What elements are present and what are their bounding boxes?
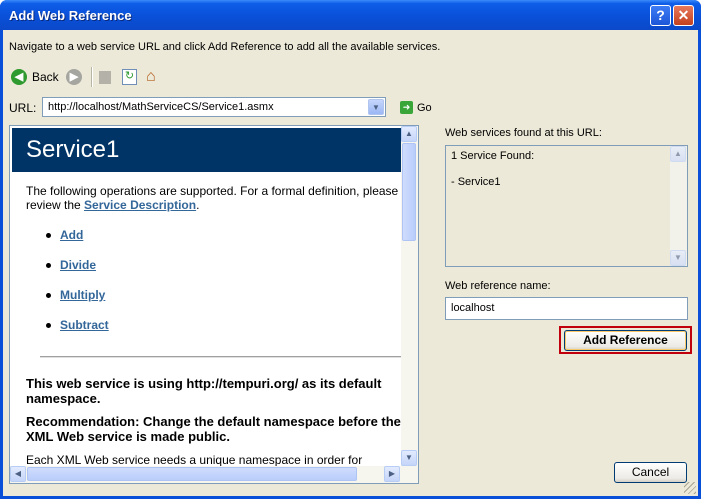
dialog-body: Navigate to a web service URL and click … xyxy=(3,30,698,496)
scroll-thumb[interactable] xyxy=(402,143,416,241)
vertical-scrollbar[interactable]: ▲ ▼ xyxy=(401,126,418,466)
operation-link-multiply[interactable]: Multiply xyxy=(60,288,105,302)
bullet-icon xyxy=(46,263,51,269)
scroll-up-icon[interactable]: ▲ xyxy=(670,146,686,162)
forward-button[interactable]: ▶ xyxy=(66,66,82,88)
add-web-reference-window: Add Web Reference ? ✕ Navigate to a web … xyxy=(0,0,701,499)
operation-item: Add xyxy=(46,228,83,242)
home-button[interactable]: ⌂ xyxy=(146,66,156,88)
reference-name-value: localhost xyxy=(451,302,495,314)
scroll-down-icon[interactable]: ▼ xyxy=(401,450,417,466)
url-value: http://localhost/MathServiceCS/Service1.… xyxy=(48,101,274,113)
operation-link-divide[interactable]: Divide xyxy=(60,258,96,272)
recommendation-notice: Recommendation: Change the default names… xyxy=(26,414,401,444)
scroll-left-icon[interactable]: ◀ xyxy=(10,466,26,482)
found-scrollbar[interactable]: ▲ ▼ xyxy=(670,146,687,266)
intro-period: . xyxy=(196,198,200,212)
found-services-box: 1 Service Found: - Service1 ▲ ▼ xyxy=(445,145,688,267)
toolbar-separator xyxy=(91,67,93,87)
refresh-button[interactable]: ↻ xyxy=(122,66,137,88)
scroll-up-icon[interactable]: ▲ xyxy=(401,126,417,142)
close-button[interactable]: ✕ xyxy=(673,5,694,26)
namespace-notice: This web service is using http://tempuri… xyxy=(26,376,382,406)
url-label: URL: xyxy=(9,101,37,115)
found-count: 1 Service Found: xyxy=(451,150,535,162)
chevron-down-icon[interactable]: ▼ xyxy=(368,99,384,115)
title-bar: Add Web Reference ? ✕ xyxy=(0,0,701,30)
stop-button[interactable] xyxy=(99,66,111,88)
bullet-icon xyxy=(46,233,51,239)
service-header: Service1 xyxy=(12,128,415,172)
scroll-thumb[interactable] xyxy=(27,467,357,481)
found-label: Web services found at this URL: xyxy=(445,127,602,139)
operation-link-add[interactable]: Add xyxy=(60,228,83,242)
intro-text: The following operations are supported. … xyxy=(26,184,399,212)
bullet-icon xyxy=(46,293,51,299)
namespace-explanation: Each XML Web service needs a unique name… xyxy=(26,453,363,467)
service-title: Service1 xyxy=(26,136,120,163)
divider xyxy=(40,356,406,358)
home-icon: ⌂ xyxy=(146,68,156,85)
window-title: Add Web Reference xyxy=(9,8,132,23)
instructions-text: Navigate to a web service URL and click … xyxy=(9,41,441,53)
horizontal-scrollbar[interactable]: ◀ ▶ xyxy=(10,466,418,483)
cancel-button[interactable]: Cancel xyxy=(614,462,687,483)
back-arrow-icon: ◀ xyxy=(11,69,27,85)
refresh-icon: ↻ xyxy=(122,69,137,85)
operation-item: Subtract xyxy=(46,318,109,332)
help-button[interactable]: ? xyxy=(650,5,671,26)
go-arrow-icon: ➜ xyxy=(400,101,413,114)
add-reference-button[interactable]: Add Reference xyxy=(564,330,687,351)
service-description-text: The following operations are supported. … xyxy=(26,184,406,212)
service-description-link[interactable]: Service Description xyxy=(84,198,196,212)
operation-link-subtract[interactable]: Subtract xyxy=(60,318,109,332)
url-combobox[interactable]: http://localhost/MathServiceCS/Service1.… xyxy=(42,97,386,117)
reference-name-input[interactable]: localhost xyxy=(445,297,688,320)
back-label: Back xyxy=(32,70,59,84)
go-button[interactable]: ➜ Go xyxy=(400,101,432,114)
scroll-right-icon[interactable]: ▶ xyxy=(384,466,400,482)
service-browser-pane: Service1 The following operations are su… xyxy=(9,125,419,484)
back-button[interactable]: ◀ Back xyxy=(11,66,59,88)
stop-icon xyxy=(99,70,111,84)
scroll-down-icon[interactable]: ▼ xyxy=(670,250,686,266)
bullet-icon xyxy=(46,323,51,329)
operation-item: Divide xyxy=(46,258,96,272)
go-label: Go xyxy=(417,101,432,114)
operation-item: Multiply xyxy=(46,288,105,302)
resize-grip[interactable] xyxy=(684,482,696,494)
reference-name-label: Web reference name: xyxy=(445,280,551,292)
forward-arrow-icon: ▶ xyxy=(66,69,82,85)
found-service-item: - Service1 xyxy=(451,176,501,188)
